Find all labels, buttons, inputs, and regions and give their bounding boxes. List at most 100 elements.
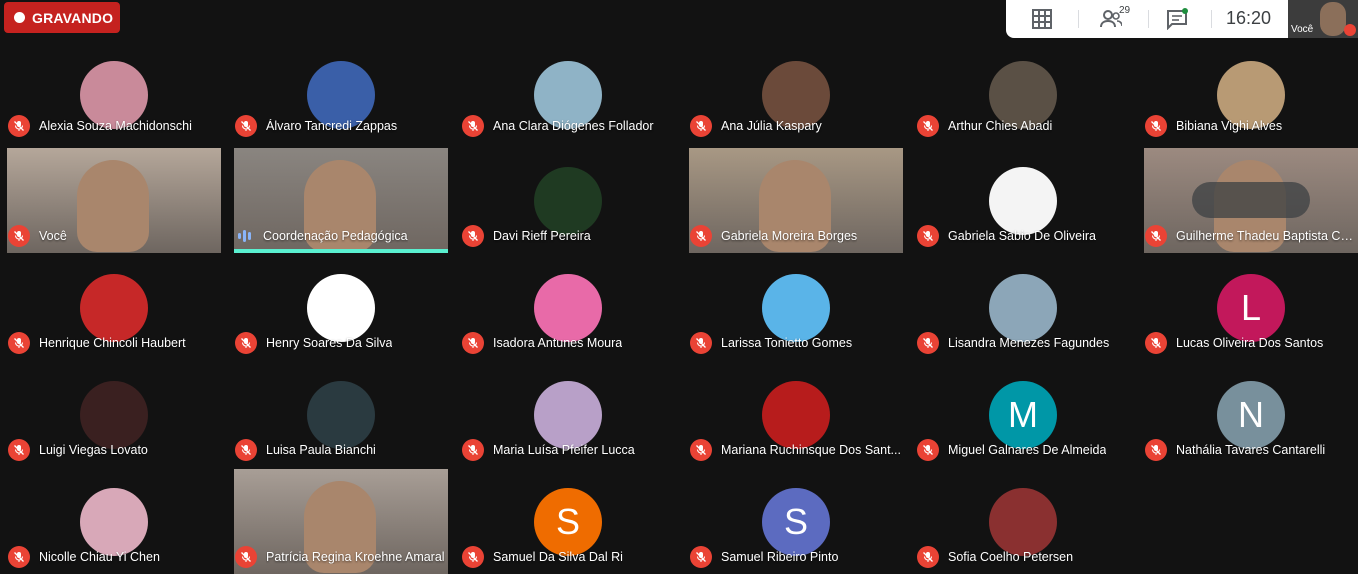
participant-name-row: Luigi Viegas Lovato: [7, 439, 148, 461]
mic-muted-icon: [690, 115, 712, 137]
participant-name: Luisa Paula Bianchi: [266, 443, 376, 457]
participant-name-row: Samuel Ribeiro Pinto: [689, 546, 838, 568]
participant-name: Henrique Chincoli Haubert: [39, 336, 186, 350]
participant-name-row: Álvaro Tancredi Zappas: [234, 115, 397, 137]
participant-name-row: Maria Luísa Pfeifer Lucca: [461, 439, 635, 461]
mic-muted-icon: [917, 439, 939, 461]
participant-name-row: Gabriela Sabio De Oliveira: [916, 225, 1096, 247]
participant-tile[interactable]: Luisa Paula Bianchi: [234, 362, 448, 467]
mic-muted-icon: [1145, 115, 1167, 137]
participant-name-row: Isadora Antunes Moura: [461, 332, 622, 354]
participant-tile[interactable]: Alexia Souza Machidonschi: [7, 55, 221, 143]
mic-muted-icon: [462, 115, 484, 137]
participant-name: Patrícia Regina Kroehne Amaral: [266, 550, 445, 564]
participant-tile[interactable]: Lisandra Menezes Fagundes: [916, 255, 1130, 360]
participant-name: Lisandra Menezes Fagundes: [948, 336, 1110, 350]
participant-name-row: Henrique Chincoli Haubert: [7, 332, 186, 354]
participant-name: Miguel Galnares De Almeida: [948, 443, 1107, 457]
participant-tile[interactable]: Isadora Antunes Moura: [461, 255, 675, 360]
participant-count: 29: [1119, 5, 1131, 16]
mic-muted-icon: [8, 225, 30, 247]
tile-controls-overlay[interactable]: [1192, 182, 1310, 218]
participant-name: Samuel Ribeiro Pinto: [721, 550, 839, 564]
mic-muted-icon: [462, 546, 484, 568]
participant-name: Gabriela Sabio De Oliveira: [948, 229, 1096, 243]
participant-tile[interactable]: Gabriela Moreira Borges: [689, 148, 903, 253]
active-speaker-bar: [234, 249, 448, 253]
participant-name: Luigi Viegas Lovato: [39, 443, 148, 457]
participant-name: Lucas Oliveira Dos Santos: [1176, 336, 1324, 350]
participant-tile[interactable]: Bibiana Vighi Alves: [1144, 55, 1358, 143]
participant-name-row: Henry Soares Da Silva: [234, 332, 392, 354]
mic-muted-icon: [1145, 332, 1167, 354]
participant-tile[interactable]: Álvaro Tancredi Zappas: [234, 55, 448, 143]
participant-tile[interactable]: Nicolle Chiau Yi Chen: [7, 469, 221, 574]
participant-tile[interactable]: S Samuel Ribeiro Pinto: [689, 469, 903, 574]
participant-name-row: Nicolle Chiau Yi Chen: [7, 546, 160, 568]
participant-tile[interactable]: Ana Clara Diógenes Follador: [461, 55, 675, 143]
participant-name: Álvaro Tancredi Zappas: [266, 119, 398, 133]
grid-layout-icon[interactable]: [1031, 8, 1053, 30]
top-toolbar: 29 16:20 Você: [1006, 0, 1358, 38]
clock: 16:20: [1226, 8, 1272, 28]
participant-name: Samuel Da Silva Dal Ri: [493, 550, 623, 564]
participant-name-row: Lucas Oliveira Dos Santos: [1144, 332, 1323, 354]
recording-indicator: GRAVANDO: [4, 2, 120, 33]
participant-tile[interactable]: Arthur Chies Abadi: [916, 55, 1130, 143]
participant-name-row: Ana Clara Diógenes Follador: [461, 115, 654, 137]
video-feed: [77, 160, 149, 252]
self-preview[interactable]: Você: [1288, 0, 1358, 38]
participant-name: Nicolle Chiau Yi Chen: [39, 550, 160, 564]
participant-name: Larissa Tonietto Gomes: [721, 336, 853, 350]
participant-tile[interactable]: Patrícia Regina Kroehne Amaral: [234, 469, 448, 574]
participant-tile[interactable]: M Miguel Galnares De Almeida: [916, 362, 1130, 467]
participant-name-row: Davi Rieff Pereira: [461, 225, 591, 247]
participant-name: Bibiana Vighi Alves: [1176, 119, 1283, 133]
participant-tile[interactable]: L Lucas Oliveira Dos Santos: [1144, 255, 1358, 360]
chat-icon[interactable]: [1166, 8, 1188, 30]
participant-name: Nathália Tavares Cantarelli: [1176, 443, 1326, 457]
participant-name-row: Lisandra Menezes Fagundes: [916, 332, 1109, 354]
participant-tile[interactable]: Henry Soares Da Silva: [234, 255, 448, 360]
participant-name: Davi Rieff Pereira: [493, 229, 591, 243]
participant-name: Coordenação Pedagógica: [263, 229, 408, 243]
mic-muted-icon: [690, 439, 712, 461]
mic-muted-icon: [462, 225, 484, 247]
participant-name-row: Samuel Da Silva Dal Ri: [461, 546, 623, 568]
participant-tile[interactable]: Henrique Chincoli Haubert: [7, 255, 221, 360]
mic-muted-icon: [8, 546, 30, 568]
speaking-indicator-icon: [238, 227, 256, 245]
participant-tile[interactable]: Davi Rieff Pereira: [461, 148, 675, 253]
mic-muted-icon: [235, 115, 257, 137]
participant-tile[interactable]: Gabriela Sabio De Oliveira: [916, 148, 1130, 253]
participant-tile[interactable]: Coordenação Pedagógica: [234, 148, 448, 253]
participant-name-row: Nathália Tavares Cantarelli: [1144, 439, 1325, 461]
self-preview-label: Você: [1291, 24, 1314, 35]
mic-muted-icon: [917, 115, 939, 137]
mic-muted-icon: [8, 332, 30, 354]
participant-tile[interactable]: Luigi Viegas Lovato: [7, 362, 221, 467]
mic-muted-icon: [235, 546, 257, 568]
participant-tile[interactable]: Ana Júlia Kaspary: [689, 55, 903, 143]
mic-muted-icon: [462, 332, 484, 354]
participant-tile[interactable]: Sofia Coelho Petersen: [916, 469, 1130, 574]
mic-muted-icon: [462, 439, 484, 461]
participant-name-row: Luisa Paula Bianchi: [234, 439, 376, 461]
participant-tile[interactable]: Você: [7, 148, 221, 253]
participant-tile[interactable]: N Nathália Tavares Cantarelli: [1144, 362, 1358, 467]
participant-tile[interactable]: Larissa Tonietto Gomes: [689, 255, 903, 360]
mic-muted-icon: [8, 439, 30, 461]
mic-muted-icon: [690, 332, 712, 354]
participant-name-row: Arthur Chies Abadi: [916, 115, 1052, 137]
participant-tile[interactable]: S Samuel Da Silva Dal Ri: [461, 469, 675, 574]
participant-tile[interactable]: Maria Luísa Pfeifer Lucca: [461, 362, 675, 467]
participant-name: Isadora Antunes Moura: [493, 336, 623, 350]
participant-name-row: Gabriela Moreira Borges: [689, 225, 857, 247]
participant-name: Sofia Coelho Petersen: [948, 550, 1074, 564]
mic-muted-icon: [1145, 439, 1167, 461]
participant-tile[interactable]: Guilherme Thadeu Baptista Co...: [1144, 148, 1358, 253]
participant-tile[interactable]: Mariana Ruchinsque Dos Sant...: [689, 362, 903, 467]
recording-dot-icon: [14, 12, 25, 23]
participant-name: Gabriela Moreira Borges: [721, 229, 858, 243]
participant-name: Mariana Ruchinsque Dos Sant...: [721, 443, 901, 457]
